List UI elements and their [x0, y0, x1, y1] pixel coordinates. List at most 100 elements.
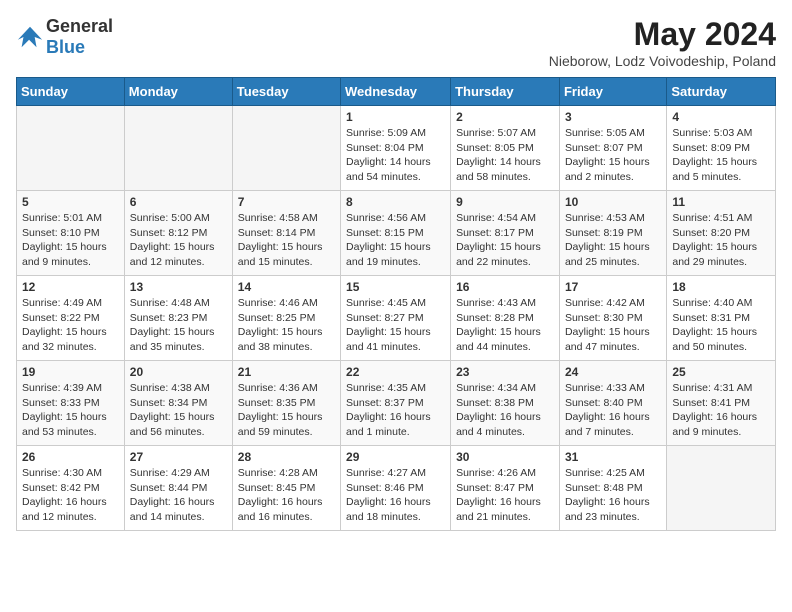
calendar-cell: 13 Sunrise: 4:48 AM Sunset: 8:23 PM Dayli…: [124, 276, 232, 361]
calendar-table: SundayMondayTuesdayWednesdayThursdayFrid…: [16, 77, 776, 531]
day-number: 10: [565, 195, 661, 209]
day-info: Sunrise: 4:56 AM Sunset: 8:15 PM Dayligh…: [346, 211, 445, 270]
day-number: 4: [672, 110, 770, 124]
calendar-cell: 26Sunrise: 4:30 AM Sunset: 8:42 PM Dayli…: [17, 446, 125, 531]
day-number: 20: [130, 365, 227, 379]
day-number: 3: [565, 110, 661, 124]
day-number: 25: [672, 365, 770, 379]
page-header: General Blue May 2024 Nieborow, Lodz Voi…: [16, 16, 776, 69]
calendar-cell: 24 Sunrise: 4:33 AM Sunset: 8:40 PM Dayli…: [559, 361, 666, 446]
location-text: Nieborow, Lodz Voivodeship, Poland: [549, 53, 776, 69]
calendar-week-row: 26Sunrise: 4:30 AM Sunset: 8:42 PM Dayli…: [17, 446, 776, 531]
logo-blue-text: Blue: [46, 37, 85, 57]
calendar-cell: 28Sunrise: 4:28 AM Sunset: 8:45 PM Dayli…: [232, 446, 340, 531]
calendar-cell: 19 Sunrise: 4:39 AM Sunset: 8:33 PM Dayli…: [17, 361, 125, 446]
logo-bird-icon: [16, 23, 44, 51]
day-info: Sunrise: 4:33 AM Sunset: 8:40 PM Dayligh…: [565, 381, 661, 440]
calendar-cell: 31Sunrise: 4:25 AM Sunset: 8:48 PM Dayli…: [559, 446, 666, 531]
day-info: Sunrise: 5:00 AM Sunset: 8:12 PM Dayligh…: [130, 211, 227, 270]
day-number: 12: [22, 280, 119, 294]
calendar-cell: 22 Sunrise: 4:35 AM Sunset: 8:37 PM Dayli…: [341, 361, 451, 446]
day-info: Sunrise: 4:42 AM Sunset: 8:30 PM Dayligh…: [565, 296, 661, 355]
day-info: Sunrise: 4:31 AM Sunset: 8:41 PM Dayligh…: [672, 381, 770, 440]
day-info: Sunrise: 4:54 AM Sunset: 8:17 PM Dayligh…: [456, 211, 554, 270]
calendar-cell: 3Sunrise: 5:05 AM Sunset: 8:07 PM Daylig…: [559, 106, 666, 191]
day-number: 5: [22, 195, 119, 209]
day-number: 8: [346, 195, 445, 209]
calendar-cell: [232, 106, 340, 191]
calendar-cell: 27 Sunrise: 4:29 AM Sunset: 8:44 PM Dayli…: [124, 446, 232, 531]
day-number: 1: [346, 110, 445, 124]
calendar-cell: 17 Sunrise: 4:42 AM Sunset: 8:30 PM Dayli…: [559, 276, 666, 361]
day-number: 26: [22, 450, 119, 464]
calendar-header-row: SundayMondayTuesdayWednesdayThursdayFrid…: [17, 78, 776, 106]
day-number: 13: [130, 280, 227, 294]
col-header-saturday: Saturday: [667, 78, 776, 106]
day-info: Sunrise: 4:36 AM Sunset: 8:35 PM Dayligh…: [238, 381, 335, 440]
day-number: 7: [238, 195, 335, 209]
day-info: Sunrise: 5:09 AM Sunset: 8:04 PM Dayligh…: [346, 126, 445, 185]
col-header-tuesday: Tuesday: [232, 78, 340, 106]
day-number: 9: [456, 195, 554, 209]
calendar-cell: 1 Sunrise: 5:09 AM Sunset: 8:04 PM Daylig…: [341, 106, 451, 191]
col-header-thursday: Thursday: [451, 78, 560, 106]
calendar-week-row: 1 Sunrise: 5:09 AM Sunset: 8:04 PM Daylig…: [17, 106, 776, 191]
logo-general-text: General: [46, 16, 113, 36]
day-number: 31: [565, 450, 661, 464]
calendar-week-row: 12Sunrise: 4:49 AM Sunset: 8:22 PM Dayli…: [17, 276, 776, 361]
day-number: 16: [456, 280, 554, 294]
day-number: 24: [565, 365, 661, 379]
calendar-cell: 6 Sunrise: 5:00 AM Sunset: 8:12 PM Daylig…: [124, 191, 232, 276]
day-info: Sunrise: 4:40 AM Sunset: 8:31 PM Dayligh…: [672, 296, 770, 355]
day-number: 2: [456, 110, 554, 124]
calendar-cell: 9 Sunrise: 4:54 AM Sunset: 8:17 PM Daylig…: [451, 191, 560, 276]
calendar-week-row: 19 Sunrise: 4:39 AM Sunset: 8:33 PM Dayli…: [17, 361, 776, 446]
day-info: Sunrise: 4:51 AM Sunset: 8:20 PM Dayligh…: [672, 211, 770, 270]
col-header-monday: Monday: [124, 78, 232, 106]
calendar-cell: [124, 106, 232, 191]
calendar-cell: [667, 446, 776, 531]
day-number: 14: [238, 280, 335, 294]
col-header-sunday: Sunday: [17, 78, 125, 106]
day-info: Sunrise: 4:39 AM Sunset: 8:33 PM Dayligh…: [22, 381, 119, 440]
day-info: Sunrise: 4:35 AM Sunset: 8:37 PM Dayligh…: [346, 381, 445, 440]
day-number: 21: [238, 365, 335, 379]
day-info: Sunrise: 4:58 AM Sunset: 8:14 PM Dayligh…: [238, 211, 335, 270]
day-number: 23: [456, 365, 554, 379]
day-info: Sunrise: 4:28 AM Sunset: 8:45 PM Dayligh…: [238, 466, 335, 525]
month-title: May 2024: [549, 16, 776, 53]
calendar-cell: 7 Sunrise: 4:58 AM Sunset: 8:14 PM Daylig…: [232, 191, 340, 276]
calendar-cell: 29 Sunrise: 4:27 AM Sunset: 8:46 PM Dayli…: [341, 446, 451, 531]
calendar-cell: 15Sunrise: 4:45 AM Sunset: 8:27 PM Dayli…: [341, 276, 451, 361]
calendar-cell: 14 Sunrise: 4:46 AM Sunset: 8:25 PM Dayli…: [232, 276, 340, 361]
calendar-cell: [17, 106, 125, 191]
day-number: 17: [565, 280, 661, 294]
day-number: 6: [130, 195, 227, 209]
calendar-week-row: 5Sunrise: 5:01 AM Sunset: 8:10 PM Daylig…: [17, 191, 776, 276]
day-info: Sunrise: 4:29 AM Sunset: 8:44 PM Dayligh…: [130, 466, 227, 525]
day-number: 19: [22, 365, 119, 379]
calendar-cell: 8 Sunrise: 4:56 AM Sunset: 8:15 PM Daylig…: [341, 191, 451, 276]
day-info: Sunrise: 4:38 AM Sunset: 8:34 PM Dayligh…: [130, 381, 227, 440]
day-number: 18: [672, 280, 770, 294]
calendar-cell: 4Sunrise: 5:03 AM Sunset: 8:09 PM Daylig…: [667, 106, 776, 191]
day-number: 15: [346, 280, 445, 294]
calendar-cell: 20 Sunrise: 4:38 AM Sunset: 8:34 PM Dayli…: [124, 361, 232, 446]
day-info: Sunrise: 5:07 AM Sunset: 8:05 PM Dayligh…: [456, 126, 554, 185]
day-number: 27: [130, 450, 227, 464]
day-number: 30: [456, 450, 554, 464]
calendar-cell: 5Sunrise: 5:01 AM Sunset: 8:10 PM Daylig…: [17, 191, 125, 276]
day-info: Sunrise: 4:27 AM Sunset: 8:46 PM Dayligh…: [346, 466, 445, 525]
col-header-wednesday: Wednesday: [341, 78, 451, 106]
calendar-cell: 12Sunrise: 4:49 AM Sunset: 8:22 PM Dayli…: [17, 276, 125, 361]
day-info: Sunrise: 4:43 AM Sunset: 8:28 PM Dayligh…: [456, 296, 554, 355]
col-header-friday: Friday: [559, 78, 666, 106]
day-number: 29: [346, 450, 445, 464]
calendar-cell: 18 Sunrise: 4:40 AM Sunset: 8:31 PM Dayli…: [667, 276, 776, 361]
calendar-cell: 25 Sunrise: 4:31 AM Sunset: 8:41 PM Dayli…: [667, 361, 776, 446]
day-info: Sunrise: 4:48 AM Sunset: 8:23 PM Dayligh…: [130, 296, 227, 355]
logo: General Blue: [16, 16, 113, 58]
day-info: Sunrise: 4:53 AM Sunset: 8:19 PM Dayligh…: [565, 211, 661, 270]
day-number: 22: [346, 365, 445, 379]
day-info: Sunrise: 4:46 AM Sunset: 8:25 PM Dayligh…: [238, 296, 335, 355]
